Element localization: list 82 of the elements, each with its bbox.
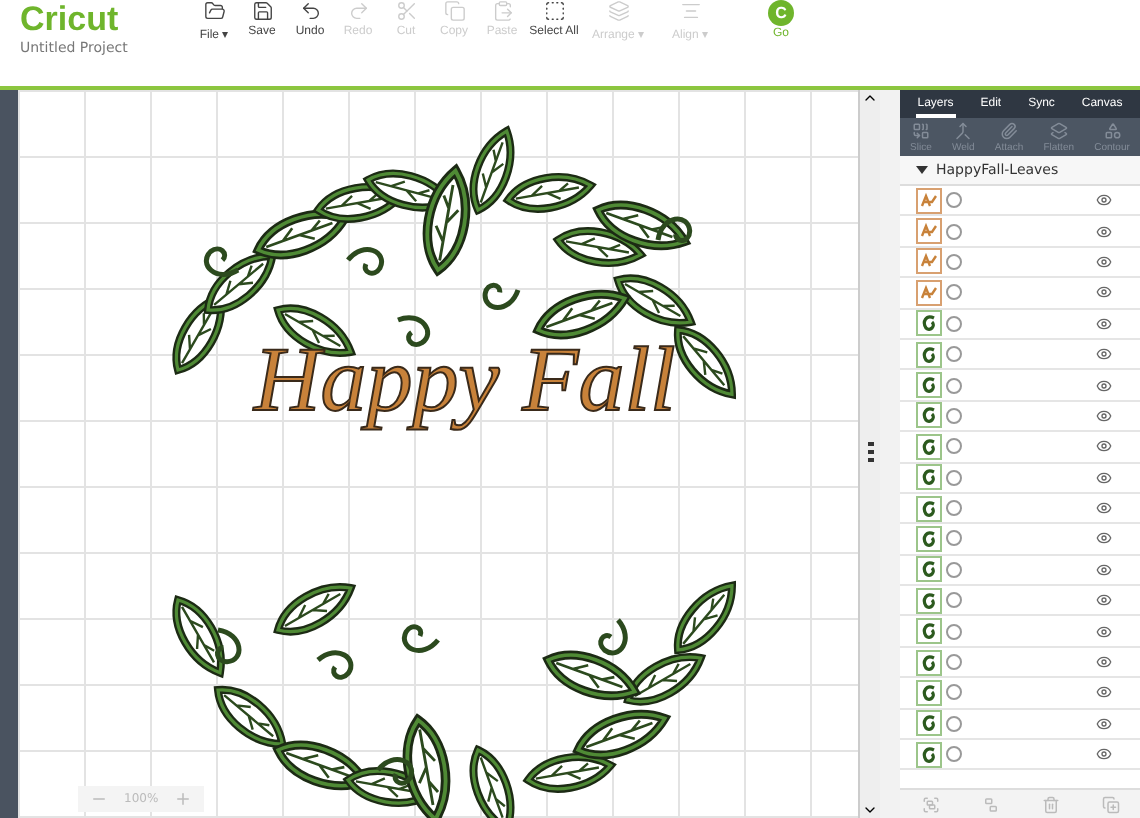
layer-row[interactable] [900, 740, 1140, 771]
layer-row[interactable] [900, 339, 1140, 371]
align-icon [679, 0, 701, 22]
visibility-icon[interactable] [1096, 530, 1112, 547]
layer-thumbnail-icon [916, 495, 942, 522]
clipboard-icon [491, 0, 513, 22]
layer-thumbnail-icon [916, 618, 942, 645]
canvas-scrollbar[interactable] [858, 90, 880, 818]
layer-row[interactable] [900, 401, 1140, 433]
layer-row[interactable] [900, 186, 1140, 217]
visibility-icon[interactable] [1096, 284, 1112, 301]
layer-row[interactable] [900, 432, 1140, 464]
ungroup-icon[interactable] [981, 795, 999, 813]
visibility-icon[interactable] [1096, 315, 1112, 332]
cricut-logo: Cricut [20, 2, 121, 36]
layer-thumbnail-icon [916, 433, 942, 460]
scroll-up-icon[interactable] [862, 90, 878, 106]
layer-thumbnail-icon [916, 710, 942, 737]
layer-thumbnail-icon [916, 402, 942, 429]
layer-thumbnail-icon [916, 341, 942, 368]
layer-row[interactable] [900, 647, 1140, 679]
layer-thumbnail-icon [916, 679, 942, 706]
delete-icon[interactable] [1041, 795, 1059, 813]
redo-arrow-icon [347, 0, 369, 22]
layer-row[interactable] [900, 216, 1140, 248]
zoom-in-button[interactable] [174, 790, 193, 808]
visibility-icon[interactable] [1096, 592, 1112, 609]
visibility-icon[interactable] [1096, 346, 1112, 363]
visibility-icon[interactable] [1096, 561, 1112, 578]
visibility-icon[interactable] [1096, 469, 1112, 486]
visibility-icon[interactable] [1096, 223, 1112, 240]
visibility-icon[interactable] [1096, 715, 1112, 732]
visibility-icon[interactable] [1096, 407, 1112, 424]
duplicate-icon[interactable] [1101, 795, 1119, 813]
visibility-icon[interactable] [1096, 253, 1112, 270]
visibility-icon[interactable] [1096, 377, 1112, 394]
dashed-box-icon [543, 0, 565, 22]
layer-row[interactable] [900, 524, 1140, 556]
layer-row[interactable] [900, 555, 1140, 587]
layer-row[interactable] [900, 493, 1140, 525]
layer-thumbnail-icon [916, 649, 942, 676]
visibility-icon[interactable] [1096, 192, 1112, 209]
resize-grip-icon[interactable] [867, 442, 873, 466]
layer-thumbnail-icon [916, 218, 942, 245]
layer-thumbnail-icon [916, 248, 942, 275]
artwork-text: Happy Fall [254, 326, 676, 432]
undo-arrow-icon [299, 0, 321, 22]
visibility-icon[interactable] [1096, 684, 1112, 701]
copy-icon [443, 0, 465, 22]
layer-thumbnail-icon [916, 310, 942, 337]
visibility-icon[interactable] [1096, 746, 1112, 763]
layer-thumbnail-icon [916, 556, 942, 583]
layer-row[interactable] [900, 278, 1140, 310]
collapse-caret-icon[interactable] [916, 166, 928, 174]
layer-row[interactable] [900, 678, 1140, 710]
group-icon[interactable] [921, 795, 939, 813]
visibility-icon[interactable] [1096, 623, 1112, 640]
layer-row[interactable] [900, 616, 1140, 648]
merge-icon [954, 122, 973, 140]
layers-icon [607, 0, 629, 22]
layer-row[interactable] [900, 309, 1140, 340]
visibility-icon[interactable] [1096, 654, 1112, 671]
scroll-down-icon[interactable] [862, 802, 878, 818]
squares-icon [911, 122, 930, 140]
layer-thumbnail-icon [916, 587, 942, 614]
layer-thumbnail-icon [916, 372, 942, 399]
visibility-icon[interactable] [1096, 438, 1112, 455]
layer-row[interactable] [900, 463, 1140, 494]
layer-row[interactable] [900, 586, 1140, 617]
layer-thumbnail-icon [916, 525, 942, 552]
shapes-icon [1103, 122, 1122, 140]
layer-thumbnail-icon [916, 279, 942, 306]
visibility-icon[interactable] [1096, 500, 1112, 517]
layer-row[interactable] [900, 247, 1140, 279]
scissors-icon [395, 0, 417, 22]
layer-row[interactable] [900, 709, 1140, 741]
layers-icon [1049, 122, 1068, 140]
layer-thumbnail-icon [916, 464, 942, 491]
layer-thumbnail-icon [916, 741, 942, 768]
folder-icon [203, 0, 225, 22]
paperclip-icon [1000, 122, 1019, 140]
layer-row[interactable] [900, 370, 1140, 402]
